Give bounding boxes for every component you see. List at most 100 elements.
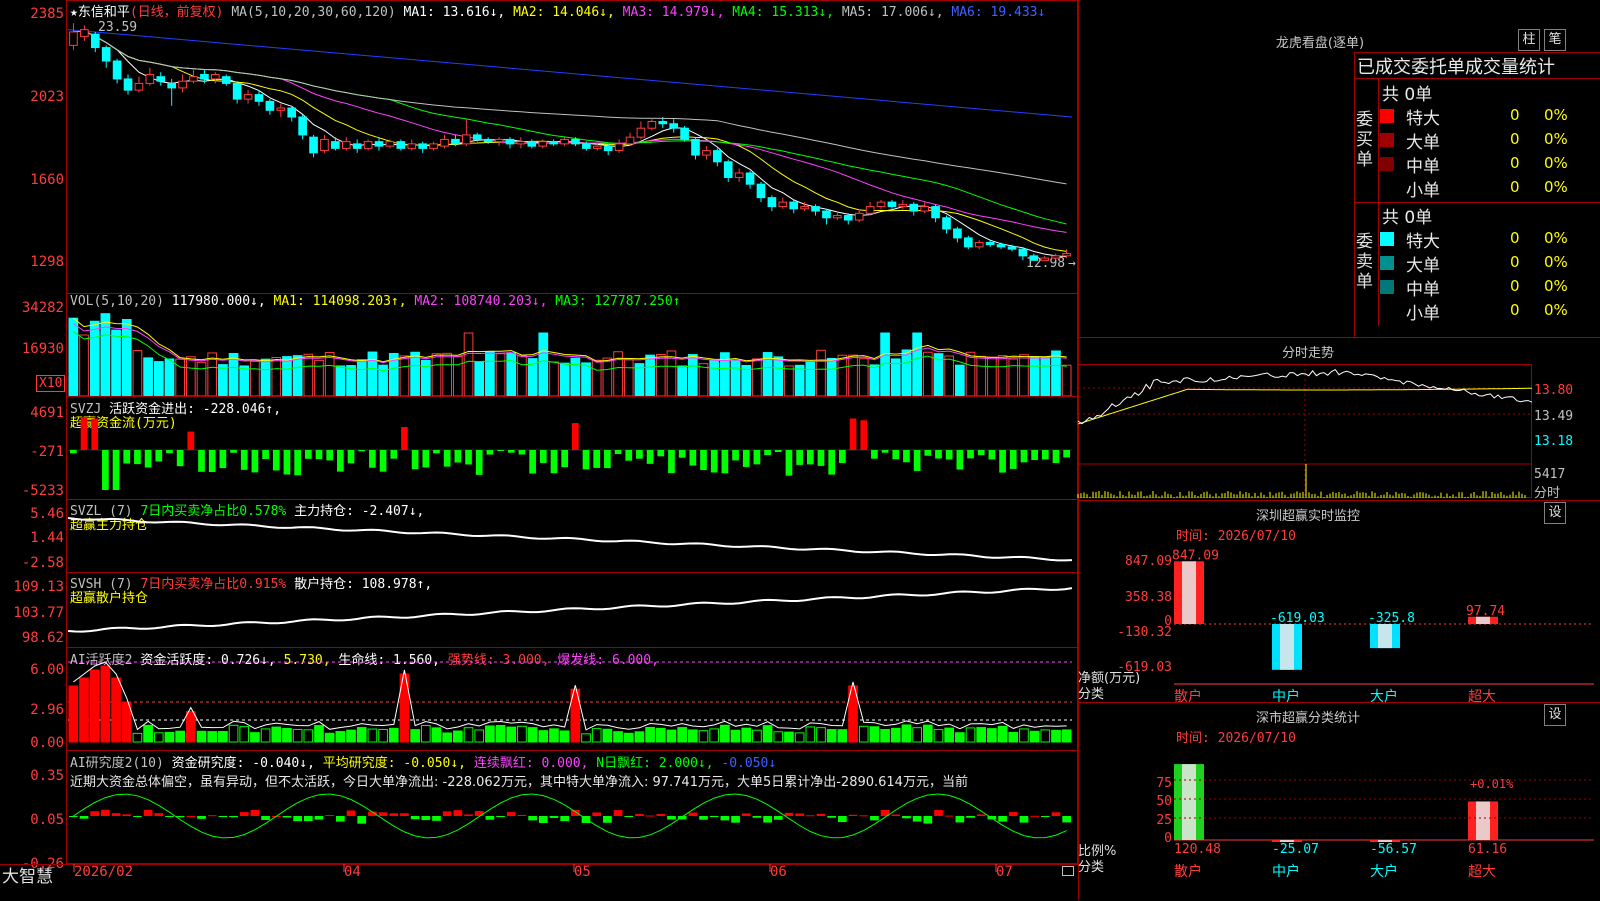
activity-bar bbox=[816, 727, 826, 743]
candle-body bbox=[527, 141, 537, 147]
candle-body bbox=[1018, 248, 1028, 257]
candle-body bbox=[985, 241, 995, 246]
volume-bar bbox=[442, 352, 453, 397]
category-bar-highlight bbox=[1182, 764, 1196, 840]
svzj-bar bbox=[1052, 450, 1060, 463]
sell-color-swatch bbox=[1380, 256, 1394, 270]
volume-bar bbox=[399, 355, 410, 397]
svzj-bar bbox=[475, 450, 483, 475]
svzj-bar bbox=[497, 450, 504, 451]
activity-bar bbox=[858, 725, 869, 743]
ai-activity-chart[interactable] bbox=[68, 661, 1076, 749]
intraday-divider bbox=[1078, 337, 1600, 338]
activity-bar bbox=[495, 725, 506, 743]
candle-body bbox=[658, 120, 668, 125]
volume-bar bbox=[581, 362, 591, 397]
candle-body bbox=[964, 237, 973, 248]
research-bar bbox=[1019, 816, 1029, 823]
research-bar bbox=[709, 816, 719, 817]
buy-row-pct: 0% bbox=[1544, 106, 1568, 124]
activity-bar bbox=[752, 729, 762, 743]
intraday-vol-label: 分时 bbox=[1534, 486, 1561, 501]
candle-body bbox=[494, 138, 504, 143]
volume-bar bbox=[260, 358, 271, 397]
svzj-bar bbox=[411, 450, 419, 470]
activity-bar bbox=[335, 731, 346, 743]
activity-bar bbox=[218, 731, 228, 743]
kline-chart[interactable] bbox=[67, 14, 1076, 276]
svzj-chart[interactable] bbox=[68, 398, 1076, 498]
sell-row-count: 0 bbox=[1510, 277, 1520, 295]
svzj-bar bbox=[742, 450, 750, 467]
class-tick: 50 bbox=[1156, 794, 1172, 809]
monitor-chart[interactable]: 847.09散户-619.03中户-325.8大户97.74超大 bbox=[1172, 540, 1594, 705]
class-note: +0.01% bbox=[1470, 777, 1514, 791]
research-bar bbox=[998, 816, 1007, 822]
monitor-tick: 358.38 bbox=[1125, 590, 1172, 605]
vol-y-tick: 16930 bbox=[21, 341, 64, 357]
class-settings-button[interactable]: 设 bbox=[1544, 704, 1566, 726]
research-bar bbox=[474, 810, 484, 816]
research-bar bbox=[239, 812, 249, 816]
svzj-bar bbox=[871, 450, 878, 459]
activity-bar bbox=[965, 727, 976, 743]
activity-bar bbox=[153, 732, 164, 743]
candle-body bbox=[200, 73, 209, 80]
research-bar bbox=[870, 816, 879, 821]
volume-bar bbox=[495, 353, 506, 397]
candle-body bbox=[582, 143, 591, 149]
intraday-chart[interactable] bbox=[1077, 364, 1533, 498]
ai-activity-y-tick: 0.00 bbox=[30, 735, 64, 751]
activity-bar bbox=[164, 731, 175, 743]
research-bar bbox=[410, 816, 420, 820]
candle-body bbox=[243, 94, 253, 100]
volume-bar bbox=[367, 351, 378, 397]
class-time: 时间: 2026/07/10 bbox=[1176, 731, 1296, 746]
activity-bar bbox=[666, 729, 677, 743]
research-bar bbox=[143, 809, 153, 816]
svsh-line bbox=[67, 587, 1073, 633]
bar-mode-button[interactable]: 柱 bbox=[1518, 29, 1540, 51]
research-bar bbox=[325, 815, 335, 817]
svzj-bar bbox=[550, 450, 558, 474]
svzj-bar bbox=[668, 450, 675, 474]
research-bar bbox=[976, 814, 986, 816]
ai-research-chart[interactable] bbox=[68, 790, 1076, 862]
volume-bar bbox=[517, 355, 527, 397]
candle-body bbox=[1029, 255, 1039, 261]
svsh-chart[interactable] bbox=[67, 575, 1076, 645]
vol-chart[interactable] bbox=[68, 312, 1076, 397]
svzj-bar bbox=[112, 450, 120, 490]
sell-row: 大单 0 0% bbox=[1380, 251, 1600, 276]
class-chart[interactable]: 120.48 散户 -25.07 中户 -56.57 大户 61.16 超大 +0.01% bbox=[1174, 760, 1594, 900]
svzj-bar bbox=[486, 450, 494, 455]
bar-value-label: 97.74 bbox=[1466, 604, 1505, 619]
research-bar bbox=[250, 809, 260, 816]
volume-bar bbox=[698, 363, 709, 397]
research-bar bbox=[122, 814, 132, 816]
lock-icon[interactable] bbox=[1062, 866, 1074, 876]
svzl-chart[interactable] bbox=[67, 502, 1076, 570]
activity-bar bbox=[591, 728, 602, 743]
research-bar bbox=[336, 816, 345, 822]
buy-row-pct: 0% bbox=[1544, 178, 1568, 196]
svzj-bar bbox=[892, 450, 900, 460]
activity-bar bbox=[826, 729, 837, 743]
ai-research-nday-red: N日飘红: 2.000↓, bbox=[596, 756, 714, 771]
activity-bar bbox=[976, 727, 987, 743]
activity-bar bbox=[68, 685, 79, 743]
ai-activity-y-tick: 2.96 bbox=[30, 702, 64, 718]
sell-row-count: 0 bbox=[1510, 253, 1520, 271]
tick-mode-button[interactable]: 笔 bbox=[1544, 29, 1566, 51]
activity-bar bbox=[623, 732, 634, 743]
ai-research-consec-red: 连续飘红: 0.000, bbox=[473, 756, 589, 771]
ma60-line bbox=[73, 30, 1067, 185]
monitor-settings-button[interactable]: 设 bbox=[1544, 502, 1566, 524]
candle-body bbox=[189, 76, 198, 82]
svzj-y-tick: -5233 bbox=[21, 483, 64, 499]
research-bar bbox=[442, 811, 452, 816]
bar-value-label: 61.16 bbox=[1468, 842, 1507, 857]
volume-bar bbox=[143, 357, 153, 397]
candle-body bbox=[341, 141, 351, 149]
research-bar bbox=[848, 814, 858, 816]
